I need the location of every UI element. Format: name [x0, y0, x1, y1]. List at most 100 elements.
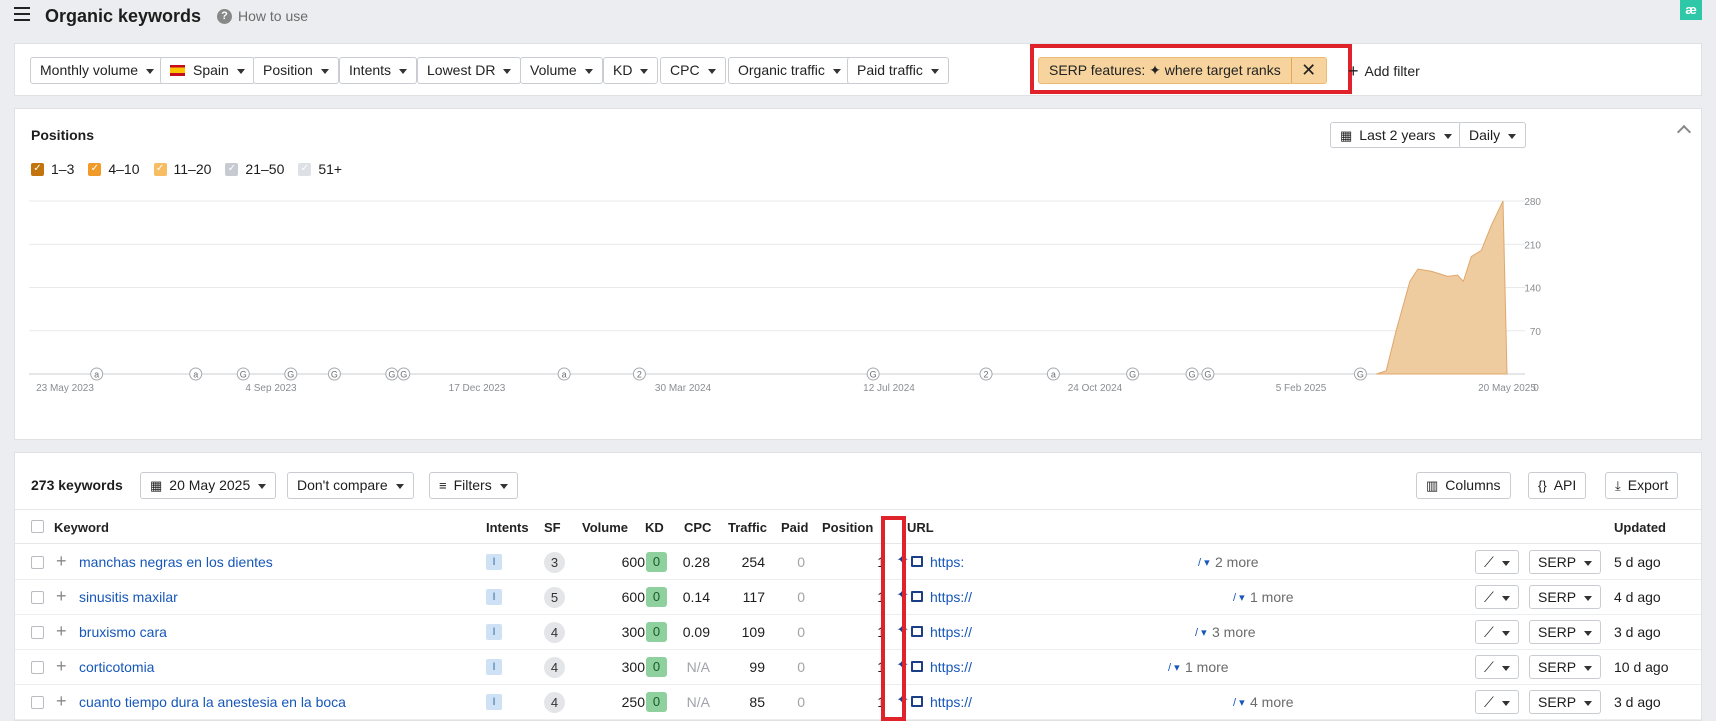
- add-to-list-plus-icon[interactable]: +: [56, 551, 67, 572]
- caret-down-icon: [707, 68, 716, 74]
- trend-chart-button[interactable]: ⟋: [1475, 550, 1519, 574]
- url-link[interactable]: https://: [930, 694, 972, 710]
- trend-chart-button[interactable]: ⟋: [1475, 620, 1519, 644]
- filter-monthly-volume[interactable]: Monthly volume: [30, 57, 165, 84]
- caret-down-icon: [320, 68, 329, 74]
- col-updated[interactable]: Updated: [1614, 520, 1666, 535]
- keywords-table-panel: 273 keywords ▦ 20 May 2025 Don't compare …: [14, 452, 1702, 721]
- serp-features-count[interactable]: 4: [544, 657, 565, 678]
- col-intents[interactable]: Intents: [486, 520, 529, 535]
- select-all-checkbox[interactable]: [31, 520, 44, 533]
- serp-features-count[interactable]: 3: [544, 552, 565, 573]
- annotation-label: G: [388, 370, 395, 380]
- col-cpc[interactable]: CPC: [684, 520, 711, 535]
- export-button[interactable]: ⤓ Export: [1605, 472, 1679, 499]
- url-link[interactable]: https://: [930, 624, 972, 640]
- columns-button[interactable]: ▥ Columns: [1416, 472, 1511, 499]
- serp-button-label: SERP: [1538, 659, 1577, 675]
- keyword-link[interactable]: cuanto tiempo dura la anestesia en la bo…: [79, 694, 346, 710]
- serp-button[interactable]: SERP: [1529, 690, 1602, 714]
- row-checkbox[interactable]: [31, 556, 44, 569]
- table-toolbar: 273 keywords ▦ 20 May 2025 Don't compare …: [15, 453, 1701, 509]
- trend-chart-button[interactable]: ⟋: [1475, 585, 1519, 609]
- row-checkbox[interactable]: [31, 661, 44, 674]
- intent-badge: I: [486, 694, 502, 710]
- serp-features-count[interactable]: 5: [544, 587, 565, 608]
- add-to-list-plus-icon[interactable]: +: [56, 656, 67, 677]
- url-caret-icon[interactable]: / ▾: [1198, 556, 1210, 569]
- add-filter-button[interactable]: + Add filter: [1348, 61, 1420, 82]
- col-keyword[interactable]: Keyword: [54, 520, 109, 535]
- serp-button[interactable]: SERP: [1529, 655, 1602, 679]
- caret-down-icon: [930, 68, 939, 74]
- keyword-link[interactable]: bruxismo cara: [79, 624, 167, 640]
- keyword-link[interactable]: corticotomia: [79, 659, 154, 675]
- filter-icon: ≡: [439, 478, 447, 493]
- col-kd[interactable]: KD: [645, 520, 664, 535]
- col-position[interactable]: Position: [822, 520, 873, 535]
- filter-country[interactable]: Spain: [160, 57, 255, 84]
- page-title: Organic keywords: [45, 6, 202, 26]
- filter-cpc[interactable]: CPC: [660, 57, 726, 84]
- cpc-value: 0.09: [682, 624, 710, 640]
- col-url[interactable]: URL: [907, 520, 934, 535]
- url-caret-icon[interactable]: / ▾: [1233, 696, 1245, 709]
- serp-features-count[interactable]: 4: [544, 692, 565, 713]
- col-sf[interactable]: SF: [544, 520, 561, 535]
- add-to-list-plus-icon[interactable]: +: [56, 691, 67, 712]
- more-urls-link[interactable]: 1 more: [1250, 589, 1294, 605]
- volume-value: 300: [621, 624, 645, 640]
- url-caret-icon[interactable]: / ▾: [1168, 661, 1180, 674]
- caret-down-icon: [146, 68, 155, 74]
- filter-organic-traffic[interactable]: Organic traffic: [728, 57, 851, 84]
- filter-lowest-dr[interactable]: Lowest DR: [417, 57, 522, 84]
- col-paid[interactable]: Paid: [781, 520, 808, 535]
- add-to-list-plus-icon[interactable]: +: [56, 586, 67, 607]
- filters-button[interactable]: ≡ Filters: [429, 472, 518, 499]
- table-row: + corticotomia I 4 300 0 N/A 99 0 1 ✦ https:/// ▾ 1 …: [15, 650, 1701, 685]
- add-to-list-plus-icon[interactable]: +: [56, 621, 67, 642]
- row-checkbox[interactable]: [31, 591, 44, 604]
- keyword-link[interactable]: manchas negras en los dientes: [79, 554, 273, 570]
- url-link[interactable]: https://: [930, 659, 972, 675]
- col-traffic[interactable]: Traffic: [728, 520, 767, 535]
- trend-chart-button[interactable]: ⟋: [1475, 690, 1519, 714]
- trend-icon: ⟋: [1484, 694, 1494, 710]
- more-urls-link[interactable]: 3 more: [1212, 624, 1256, 640]
- more-urls-link[interactable]: 4 more: [1250, 694, 1294, 710]
- trend-chart-button[interactable]: ⟋: [1475, 655, 1519, 679]
- date-select[interactable]: ▦ 20 May 2025: [140, 472, 277, 499]
- filter-intents[interactable]: Intents: [339, 57, 418, 84]
- row-checkbox[interactable]: [31, 626, 44, 639]
- caret-down-icon: [1501, 630, 1510, 636]
- url-caret-icon[interactable]: / ▾: [1233, 591, 1245, 604]
- filter-paid-traffic[interactable]: Paid traffic: [847, 57, 949, 84]
- calendar-icon: ▦: [150, 478, 163, 493]
- url-caret-icon[interactable]: / ▾: [1195, 626, 1207, 639]
- row-checkbox[interactable]: [31, 696, 44, 709]
- filter-kd[interactable]: KD: [603, 57, 659, 84]
- filter-position[interactable]: Position: [253, 57, 339, 84]
- how-to-use-link[interactable]: ? How to use: [217, 8, 308, 24]
- url-link[interactable]: https://: [930, 589, 972, 605]
- date-label: 20 May 2025: [169, 477, 251, 493]
- filter-volume[interactable]: Volume: [520, 57, 603, 84]
- serp-features-count[interactable]: 4: [544, 622, 565, 643]
- col-volume[interactable]: Volume: [582, 520, 628, 535]
- filter-label: Intents: [349, 62, 392, 78]
- caret-down-icon: [236, 68, 245, 74]
- url-link[interactable]: https:: [930, 554, 964, 570]
- filter-label: Spain: [193, 62, 229, 78]
- compare-select[interactable]: Don't compare: [287, 472, 414, 499]
- braces-icon: {}: [1538, 478, 1547, 493]
- serp-button[interactable]: SERP: [1529, 620, 1602, 644]
- serp-button[interactable]: SERP: [1529, 585, 1602, 609]
- keyword-link[interactable]: sinusitis maxilar: [79, 589, 178, 605]
- api-button[interactable]: {} API: [1528, 472, 1587, 499]
- highlight-box: [881, 516, 906, 721]
- more-urls-link[interactable]: 1 more: [1185, 659, 1229, 675]
- more-urls-link[interactable]: 2 more: [1215, 554, 1259, 570]
- serp-button[interactable]: SERP: [1529, 550, 1602, 574]
- menu-icon[interactable]: [14, 7, 30, 21]
- cpc-value: 0.14: [682, 589, 710, 605]
